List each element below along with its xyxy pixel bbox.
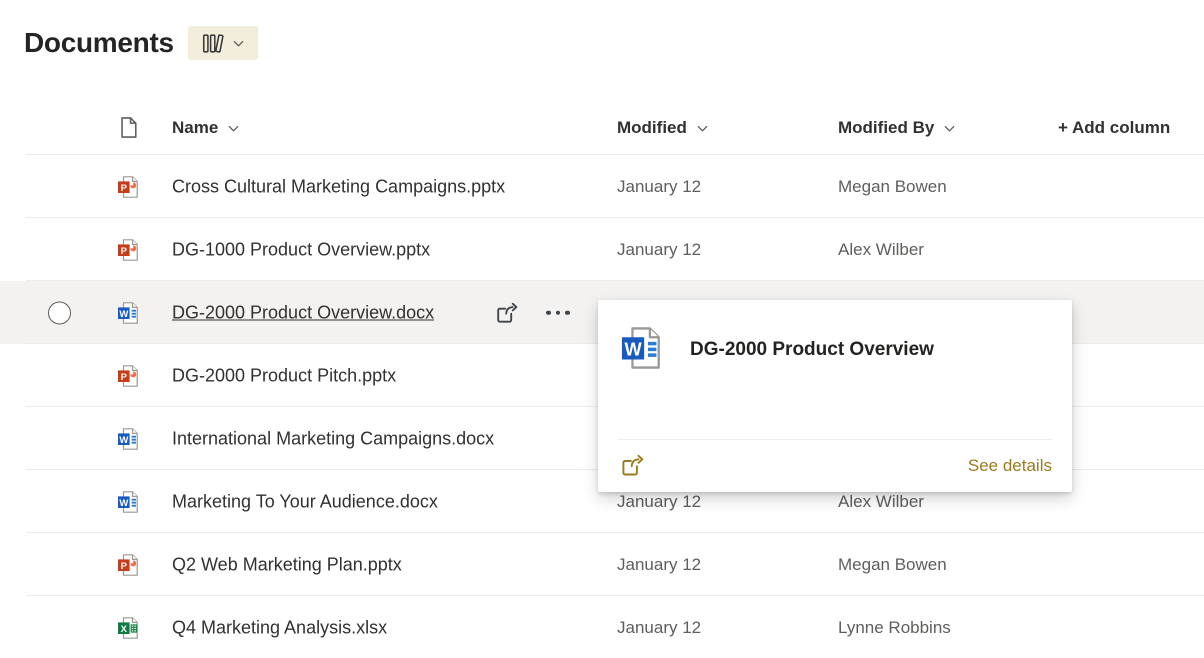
modified-cell: January 12 [617, 618, 701, 638]
chevron-down-icon [227, 122, 240, 135]
modified-by-cell: Megan Bowen [838, 555, 947, 575]
modified-by-cell: Alex Wilber [838, 240, 924, 260]
table-row[interactable]: DG-1000 Product Overview.pptx January 12… [0, 218, 1204, 281]
document-icon [116, 115, 141, 140]
modified-by-cell: Alex Wilber [838, 492, 924, 512]
file-type-icon [117, 553, 141, 577]
file-name-link[interactable]: Q4 Marketing Analysis.xlsx [172, 617, 387, 638]
modified-cell: January 12 [617, 492, 701, 512]
file-type-icon [117, 427, 141, 451]
file-type-icon [117, 175, 141, 199]
table-header-row: Name Modified Modified By + Add column [0, 100, 1204, 155]
column-label: Name [172, 118, 218, 138]
add-column-button[interactable]: + Add column [1058, 100, 1170, 155]
file-type-icon [117, 490, 141, 514]
library-view-icon [200, 31, 225, 56]
view-selector-button[interactable] [188, 26, 258, 60]
file-type-column-header[interactable] [116, 100, 141, 155]
modified-cell: January 12 [617, 240, 701, 260]
file-hover-card: DG-2000 Product Overview See details [598, 300, 1072, 492]
chevron-down-icon [943, 122, 956, 135]
chevron-down-icon [696, 122, 709, 135]
column-header-modified[interactable]: Modified [617, 100, 709, 155]
table-row[interactable]: Q4 Marketing Analysis.xlsx January 12 Ly… [0, 596, 1204, 658]
file-name-link[interactable]: DG-2000 Product Overview.docx [172, 302, 434, 323]
chevron-down-icon [232, 37, 245, 50]
word-file-icon [620, 325, 666, 371]
file-type-icon [117, 364, 141, 388]
hover-card-title: DG-2000 Product Overview [690, 339, 934, 361]
sharepoint-document-library: Documents Name Modified Modified By + [0, 0, 1204, 658]
column-label: Modified By [838, 118, 934, 138]
column-header-name[interactable]: Name [172, 100, 240, 155]
column-label: Modified [617, 118, 687, 138]
column-header-modified-by[interactable]: Modified By [838, 100, 956, 155]
see-details-link[interactable]: See details [968, 456, 1052, 476]
file-type-icon [117, 616, 141, 640]
file-name-link[interactable]: Cross Cultural Marketing Campaigns.pptx [172, 176, 505, 197]
modified-by-cell: Megan Bowen [838, 177, 947, 197]
more-actions-button[interactable] [546, 310, 570, 315]
file-type-icon [117, 238, 141, 262]
table-row[interactable]: Q2 Web Marketing Plan.pptx January 12 Me… [0, 533, 1204, 596]
hover-card-footer: See details [598, 439, 1072, 492]
file-name-link[interactable]: Marketing To Your Audience.docx [172, 491, 438, 512]
file-type-icon [117, 301, 141, 325]
modified-cell: January 12 [617, 177, 701, 197]
library-header: Documents [24, 26, 258, 60]
modified-cell: January 12 [617, 555, 701, 575]
file-name-link[interactable]: International Marketing Campaigns.docx [172, 428, 494, 449]
page-title: Documents [24, 27, 174, 59]
table-row[interactable]: Cross Cultural Marketing Campaigns.pptx … [0, 155, 1204, 218]
share-icon[interactable] [618, 452, 645, 479]
file-name-link[interactable]: Q2 Web Marketing Plan.pptx [172, 554, 402, 575]
file-name-link[interactable]: DG-2000 Product Pitch.pptx [172, 365, 396, 386]
file-name-link[interactable]: DG-1000 Product Overview.pptx [172, 239, 430, 260]
row-selection-radio[interactable] [48, 301, 71, 324]
share-icon[interactable] [493, 300, 519, 326]
modified-by-cell: Lynne Robbins [838, 618, 951, 638]
